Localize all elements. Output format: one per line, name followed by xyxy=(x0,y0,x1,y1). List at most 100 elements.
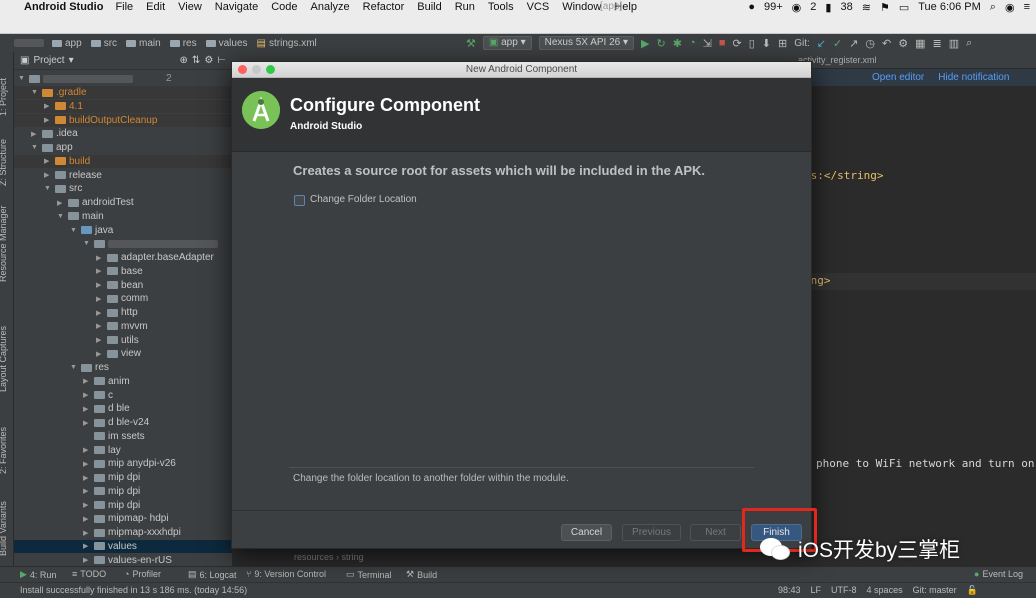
tree-row[interactable]: ▶ build xyxy=(14,154,232,168)
tree-row[interactable]: ▶ values xyxy=(14,539,232,553)
run-config-select[interactable]: ▣ app ▾ xyxy=(482,36,532,50)
target-icon[interactable]: ⊕ xyxy=(180,55,188,66)
hammer-icon[interactable]: ⚒ xyxy=(466,37,476,50)
hide-notification-link[interactable]: Hide notification xyxy=(938,72,1009,83)
tree-row[interactable]: ▶ c xyxy=(14,389,232,402)
chevron-down-icon[interactable]: ▼ xyxy=(70,364,78,371)
editor-crumb-resources[interactable]: resources xyxy=(294,552,334,562)
breadcrumb-values[interactable]: values xyxy=(205,38,248,49)
lock-icon[interactable]: 🔓 xyxy=(967,585,978,596)
settings-icon[interactable]: ⚙ xyxy=(898,37,908,50)
chevron-right-icon[interactable]: ▶ xyxy=(83,391,91,399)
change-folder-location-label[interactable]: Change Folder Location xyxy=(310,194,417,205)
tool-logcat[interactable]: ▤ 6: Logcat xyxy=(188,569,237,580)
line-separator[interactable]: LF xyxy=(811,585,822,596)
tree-row[interactable]: ▶ bean xyxy=(14,279,232,292)
clock[interactable]: Tue 6:06 PM xyxy=(918,1,981,13)
tree-row[interactable]: ▶ comm xyxy=(14,292,232,305)
apply-changes-icon[interactable]: ↻ xyxy=(657,37,666,50)
tree-row[interactable]: ▶ values-en-rUS xyxy=(14,554,232,567)
chevron-right-icon[interactable]: ▶ xyxy=(96,322,104,330)
chevron-down-icon[interactable]: ▼ xyxy=(31,144,39,151)
menu-view[interactable]: View xyxy=(178,1,202,13)
menu-file[interactable]: File xyxy=(115,1,133,13)
structure-icon[interactable]: ≣ xyxy=(933,37,942,50)
tree-root[interactable]: ▼ 2 xyxy=(18,72,172,85)
wifi-icon[interactable]: ≋ xyxy=(862,1,871,14)
tree-row[interactable]: ▶ mip dpi xyxy=(14,499,232,512)
event-log[interactable]: ● Event Log xyxy=(974,569,1023,579)
tree-row[interactable]: ▶ mip dpi xyxy=(14,471,232,484)
chevron-right-icon[interactable]: ▶ xyxy=(83,405,91,413)
editor-crumb-string[interactable]: string xyxy=(342,552,364,562)
tree-row[interactable]: ▶ base xyxy=(14,265,232,278)
wechat-icon[interactable]: ● xyxy=(748,1,755,13)
chat-icon[interactable]: ◉ xyxy=(792,1,802,14)
breadcrumb-res[interactable]: res xyxy=(169,38,197,49)
chevron-right-icon[interactable]: ▶ xyxy=(96,336,104,344)
tree-row[interactable]: ▶ http xyxy=(14,306,232,319)
chevron-right-icon[interactable]: ▶ xyxy=(96,281,104,289)
tree-row[interactable]: ▶ 4.1 xyxy=(14,99,232,113)
project-structure-icon[interactable]: ▦ xyxy=(915,37,925,50)
tree-row[interactable]: ▼ .gradle xyxy=(14,86,232,99)
chevron-right-icon[interactable]: ▶ xyxy=(96,350,104,358)
breadcrumb-app[interactable]: app xyxy=(52,38,82,49)
chevron-right-icon[interactable]: ▶ xyxy=(83,487,91,495)
chevron-right-icon[interactable]: ▶ xyxy=(83,501,91,509)
chevron-right-icon[interactable]: ▶ xyxy=(83,515,91,523)
menu-refactor[interactable]: Refactor xyxy=(363,1,405,13)
chevron-right-icon[interactable]: ▶ xyxy=(96,254,104,262)
tool-todo[interactable]: ≡ TODO xyxy=(72,569,106,579)
chevron-down-icon[interactable]: ▼ xyxy=(44,185,52,192)
sdk-manager-icon[interactable]: ⬇ xyxy=(762,37,771,50)
tree-row[interactable]: ▶ .idea xyxy=(14,127,232,140)
breadcrumb-src[interactable]: src xyxy=(90,38,117,49)
menu-edit[interactable]: Edit xyxy=(146,1,165,13)
chevron-right-icon[interactable]: ▶ xyxy=(83,460,91,468)
sync-gradle-icon[interactable]: ⟳ xyxy=(732,37,741,50)
stop-icon[interactable]: ■ xyxy=(719,37,726,49)
revert-icon[interactable]: ↶ xyxy=(882,37,891,50)
chevron-down-icon[interactable]: ▼ xyxy=(57,213,65,220)
flag-icon[interactable]: ⚑ xyxy=(880,1,890,14)
app-menu[interactable]: Android Studio xyxy=(24,1,103,13)
chevron-right-icon[interactable]: ▶ xyxy=(44,171,52,179)
code-line-3[interactable]: phone to WiFi network and turn on xyxy=(816,457,1035,470)
tree-row[interactable]: ▶ release xyxy=(14,169,232,182)
spotlight-search-icon[interactable]: ⌕ xyxy=(990,1,996,14)
chevron-right-icon[interactable]: ▶ xyxy=(83,419,91,427)
history-icon[interactable]: ◷ xyxy=(865,37,875,50)
project-view-select[interactable]: Project xyxy=(33,55,64,66)
tree-row[interactable]: ▶ mvvm xyxy=(14,320,232,333)
tool-profiler[interactable]: ◔ Profiler xyxy=(124,569,161,579)
tree-row[interactable]: ▼ java xyxy=(14,224,232,237)
chevron-right-icon[interactable]: ▶ xyxy=(83,446,91,454)
menu-navigate[interactable]: Navigate xyxy=(215,1,258,13)
code-line-1[interactable]: rs:</string> xyxy=(804,169,883,182)
menu-run[interactable]: Run xyxy=(455,1,475,13)
menu-tools[interactable]: Tools xyxy=(488,1,514,13)
cancel-button[interactable]: Cancel xyxy=(561,524,612,541)
chevron-right-icon[interactable]: ▶ xyxy=(44,102,52,110)
tree-row[interactable]: ▶ mip dpi xyxy=(14,485,232,498)
profile-icon[interactable]: ◔ xyxy=(689,37,696,49)
chevron-right-icon[interactable]: ▶ xyxy=(83,556,91,564)
breadcrumb-main[interactable]: main xyxy=(126,38,161,49)
chevron-right-icon[interactable]: ▶ xyxy=(83,474,91,482)
tree-row[interactable]: ▶ d ble-v24 xyxy=(14,416,232,429)
tree-row[interactable]: ▼ res xyxy=(14,361,232,374)
chevron-right-icon[interactable]: ▶ xyxy=(96,295,104,303)
tool-terminal[interactable]: ▭ Terminal xyxy=(346,569,392,580)
close-icon[interactable] xyxy=(238,65,247,74)
chevron-right-icon[interactable]: ▶ xyxy=(83,377,91,385)
battery-icon[interactable]: ▭ xyxy=(899,1,909,14)
avd-manager-icon[interactable]: ▯ xyxy=(749,37,755,50)
menu-window[interactable]: Window xyxy=(562,1,601,13)
chevron-right-icon[interactable]: ▶ xyxy=(83,542,91,550)
tree-row[interactable]: ▶ mipmap-xxxhdpi xyxy=(14,526,232,539)
chevron-right-icon[interactable]: ▶ xyxy=(57,199,65,207)
chevron-down-icon[interactable]: ▼ xyxy=(18,75,26,82)
tree-row[interactable]: ▶ utils xyxy=(14,334,232,347)
collapse-all-icon[interactable]: ⇅ xyxy=(192,55,200,66)
